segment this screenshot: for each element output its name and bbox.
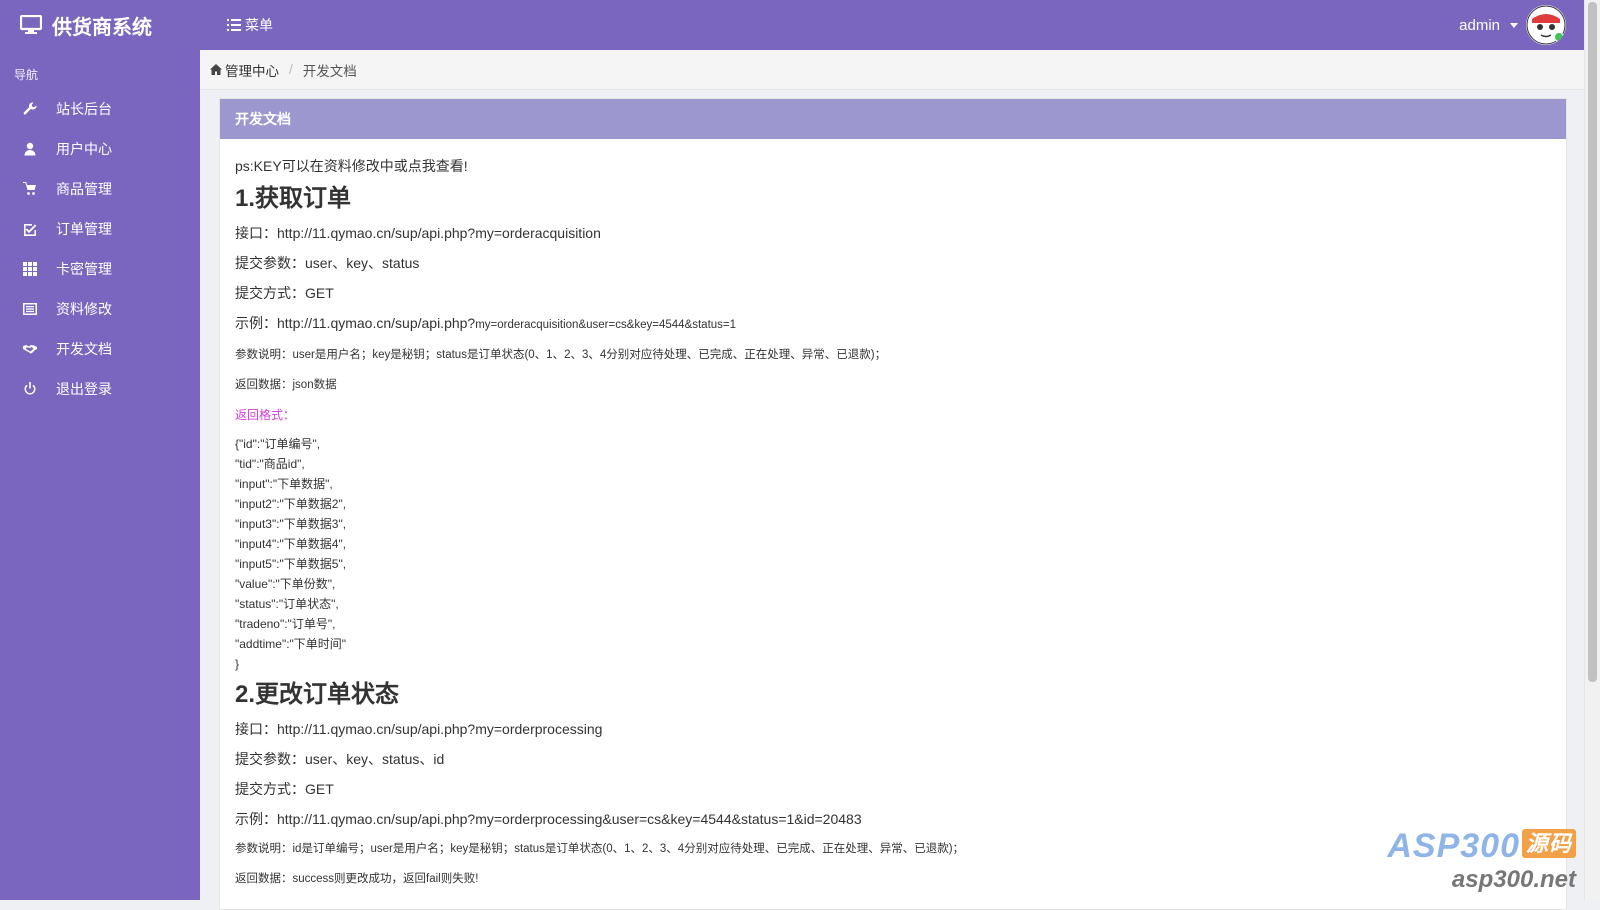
- ps-note[interactable]: ps:KEY可以在资料修改中或点我查看!: [235, 156, 1551, 176]
- json-format-block: {"id":"订单编号", "tid":"商品id", "input":"下单数…: [235, 434, 1551, 674]
- sidebar-item-profile[interactable]: 资料修改: [0, 289, 200, 329]
- example-label: 示例：: [235, 811, 277, 827]
- endpoint-line: 接口：http://11.qymao.cn/sup/api.php?my=ord…: [235, 719, 1551, 739]
- code-line: "status":"订单状态",: [235, 597, 339, 611]
- caret-down-icon: [1510, 22, 1518, 28]
- breadcrumb: 管理中心 / 开发文档: [200, 50, 1584, 90]
- user-dropdown[interactable]: admin: [1459, 0, 1566, 50]
- code-line: "input":"下单数据",: [235, 477, 333, 491]
- breadcrumb-home-label: 管理中心: [225, 63, 279, 79]
- menu-label: 菜单: [245, 17, 273, 33]
- example-url-base: http://11.qymao.cn/sup/api.php?: [277, 315, 476, 331]
- brand-title: 供货商系统: [52, 16, 152, 39]
- endpoint-url[interactable]: http://11.qymao.cn/sup/api.php?my=ordera…: [277, 225, 601, 241]
- sidebar-item-admin[interactable]: 站长后台: [0, 89, 200, 129]
- sidebar-item-logout[interactable]: 退出登录: [0, 369, 200, 409]
- panel-body: ps:KEY可以在资料修改中或点我查看! 1.获取订单 接口：http://11…: [220, 139, 1566, 897]
- sidebar-item-label: 开发文档: [56, 341, 112, 357]
- panel-title: 开发文档: [220, 99, 1566, 139]
- breadcrumb-separator: /: [289, 62, 293, 77]
- wrench-icon: [22, 101, 38, 117]
- example-label: 示例：: [235, 315, 277, 331]
- top-navbar: 供货商系统 菜单 admin: [0, 0, 1584, 50]
- section-heading: 1.获取订单: [235, 185, 352, 212]
- scrollbar-thumb[interactable]: [1588, 2, 1597, 682]
- check-square-icon: [22, 221, 38, 237]
- returns-line: 返回数据：success则更改成功，返回fail则失败!: [235, 873, 479, 885]
- user-icon: [22, 141, 38, 157]
- code-line: "input5":"下单数据5",: [235, 557, 347, 571]
- code-line: "tid":"商品id",: [235, 457, 305, 471]
- sidebar-item-label: 资料修改: [56, 301, 112, 317]
- handshake-icon: [22, 341, 38, 357]
- cart-icon: [22, 181, 38, 197]
- section-heading: 2.更改订单状态: [235, 681, 400, 708]
- params-description: 参数说明：user是用户名；key是秘钥；status是订单状态(0、1、2、3…: [235, 349, 887, 361]
- params-line: 提交参数：user、key、status: [235, 255, 420, 271]
- code-line: }: [235, 657, 240, 671]
- example-url[interactable]: http://11.qymao.cn/sup/api.php?my=ordera…: [277, 315, 736, 331]
- menu-toggle-button[interactable]: 菜单: [227, 0, 273, 50]
- example-line: 示例：http://11.qymao.cn/sup/api.php?my=ord…: [235, 809, 1551, 829]
- sidebar-item-label: 站长后台: [56, 101, 112, 117]
- home-icon: [210, 64, 222, 75]
- code-line: "input2":"下单数据2",: [235, 497, 347, 511]
- monitor-icon: [20, 15, 42, 34]
- power-icon: [22, 381, 38, 397]
- sidebar-item-orders[interactable]: 订单管理: [0, 209, 200, 249]
- sidebar: 导航 站长后台 用户中心 商品管理 订单管理 卡密管理 资料修改 开发文档 退出…: [0, 50, 200, 900]
- endpoint-url[interactable]: http://11.qymao.cn/sup/api.php?my=orderp…: [277, 721, 602, 737]
- code-line: "input4":"下单数据4",: [235, 537, 347, 551]
- example-url-query: my=orderacquisition&user=cs&key=4544&sta…: [475, 319, 737, 331]
- returns-line: 返回数据：json数据: [235, 379, 337, 391]
- code-line: "addtime":"下单时间": [235, 637, 347, 651]
- username: admin: [1459, 16, 1500, 34]
- example-url[interactable]: http://11.qymao.cn/sup/api.php?my=orderp…: [277, 811, 862, 827]
- sidebar-item-cards[interactable]: 卡密管理: [0, 249, 200, 289]
- online-status-dot: [1554, 32, 1564, 42]
- grid-icon: [22, 261, 38, 277]
- nav-header: 导航: [14, 68, 39, 82]
- sidebar-item-products[interactable]: 商品管理: [0, 169, 200, 209]
- breadcrumb-home[interactable]: 管理中心: [210, 60, 279, 80]
- sidebar-item-dev-docs[interactable]: 开发文档: [0, 329, 200, 369]
- endpoint-label: 接口：: [235, 225, 277, 241]
- sidebar-item-label: 订单管理: [56, 221, 112, 237]
- code-line: "input3":"下单数据3",: [235, 517, 347, 531]
- list-alt-icon: [22, 301, 38, 317]
- brand[interactable]: 供货商系统: [20, 0, 152, 50]
- breadcrumb-current: 开发文档: [302, 63, 357, 79]
- endpoint-label: 接口：: [235, 721, 277, 737]
- method-line: 提交方式：GET: [235, 781, 334, 797]
- sidebar-item-label: 用户中心: [56, 141, 112, 157]
- code-line: "tradeno":"订单号",: [235, 617, 336, 631]
- menu-list-icon: [227, 19, 241, 31]
- code-line: {"id":"订单编号",: [235, 437, 321, 451]
- params-description: 参数说明：id是订单编号；user是用户名；key是秘钥；status是订单状态…: [235, 843, 965, 855]
- sidebar-item-label: 卡密管理: [56, 261, 112, 277]
- params-line: 提交参数：user、key、status、id: [235, 751, 445, 767]
- avatar[interactable]: [1526, 5, 1566, 45]
- docs-panel: 开发文档 ps:KEY可以在资料修改中或点我查看! 1.获取订单 接口：http…: [219, 98, 1567, 910]
- page-scrollbar[interactable]: [1584, 0, 1600, 900]
- endpoint-line: 接口：http://11.qymao.cn/sup/api.php?my=ord…: [235, 223, 1551, 243]
- code-line: "value":"下单份数",: [235, 577, 336, 591]
- method-line: 提交方式：GET: [235, 285, 334, 301]
- sidebar-item-label: 商品管理: [56, 181, 112, 197]
- example-line: 示例：http://11.qymao.cn/sup/api.php?my=ord…: [235, 313, 1551, 335]
- format-label: 返回格式：: [235, 408, 296, 422]
- sidebar-item-label: 退出登录: [56, 381, 112, 397]
- sidebar-item-user-center[interactable]: 用户中心: [0, 129, 200, 169]
